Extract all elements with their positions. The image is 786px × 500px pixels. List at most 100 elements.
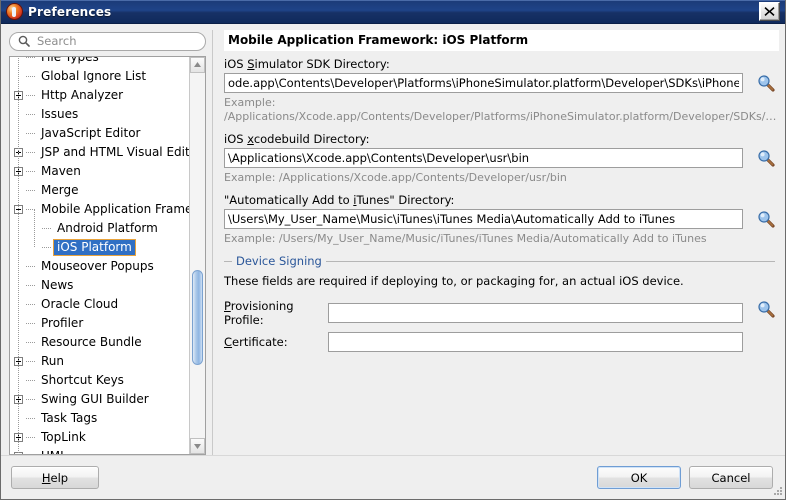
group-separator-left: [224, 260, 232, 262]
close-button[interactable]: [759, 2, 780, 21]
tree-item-news[interactable]: News: [10, 276, 189, 295]
tree-item-android-platform[interactable]: Android Platform: [10, 219, 189, 238]
preferences-dialog: Preferences File Types Global Ignore List…: [0, 0, 786, 500]
main-panel: Mobile Application Framework: iOS Platfo…: [216, 30, 781, 455]
tree-item-toplink[interactable]: TopLink: [10, 428, 189, 447]
tree-item-label: Resource Bundle: [41, 334, 142, 349]
search-box[interactable]: [9, 32, 206, 51]
tree-connector-icon: [26, 295, 38, 314]
sdk-directory-example-line1: Example:: [224, 96, 276, 109]
tree-connector-icon: [26, 371, 38, 390]
itunes-directory-example: Example: /Users/My_User_Name/Music/iTune…: [224, 232, 707, 245]
app-icon: [7, 4, 22, 19]
tree-item-global-ignore-list[interactable]: Global Ignore List: [10, 67, 189, 86]
tree-item-ios-platform[interactable]: iOS Platform: [10, 238, 189, 257]
resize-grip-icon[interactable]: [771, 486, 783, 498]
xcodebuild-directory-label: iOS xcodebuild Directory:: [224, 132, 370, 146]
tree-connector-icon: [26, 352, 38, 371]
itunes-directory-browse-button[interactable]: [755, 209, 777, 229]
tree-item-resource-bundle[interactable]: Resource Bundle: [10, 333, 189, 352]
tree-connector-icon: [26, 390, 38, 409]
provisioning-profile-input[interactable]: [328, 303, 743, 323]
tree-item-maven[interactable]: Maven: [10, 162, 189, 181]
tree-item-merge[interactable]: Merge: [10, 181, 189, 200]
search-input[interactable]: [35, 33, 197, 50]
tree-connector-icon: [26, 124, 38, 143]
tree-item-file-types[interactable]: File Types: [10, 56, 189, 67]
itunes-directory-input[interactable]: [224, 209, 743, 229]
preferences-tree-container: File Types Global Ignore List Http Analyze…: [9, 55, 206, 455]
tree-connector-icon: [26, 333, 38, 352]
tree-scrollbar[interactable]: [189, 56, 205, 454]
tree-item-http-analyzer[interactable]: Http Analyzer: [10, 86, 189, 105]
tree-scrollbar-thumb[interactable]: [192, 269, 203, 365]
tree-item-label: Run: [41, 353, 65, 368]
magnifier-browse-icon: [757, 74, 775, 92]
tree-item-label: Maven: [41, 163, 81, 178]
device-signing-note: These fields are required if deploying t…: [224, 274, 684, 288]
dialog-footer: Help OK Cancel: [1, 455, 785, 499]
tree-connector-icon: [26, 67, 38, 86]
tree-item-mouseover-popups[interactable]: Mouseover Popups: [10, 257, 189, 276]
provisioning-profile-label: Provisioning Profile:: [224, 299, 294, 327]
xcodebuild-directory-input[interactable]: [224, 148, 743, 168]
scroll-up-button[interactable]: [190, 56, 205, 73]
tree-connector-icon: [26, 143, 38, 162]
tree-item-label: UML: [38, 449, 70, 454]
tree-item-label: Profiler: [41, 315, 84, 330]
tree-item-mobile-application-framework[interactable]: Mobile Application Framework: [10, 200, 189, 219]
provisioning-profile-browse-button[interactable]: [755, 299, 777, 319]
device-signing-header: Device Signing: [224, 254, 779, 268]
tree-item-label: File Types: [41, 56, 99, 64]
tree-connector-icon: [42, 238, 54, 257]
tree-connector-icon: [42, 219, 54, 238]
tree-item-javascript-editor[interactable]: JavaScript Editor: [10, 124, 189, 143]
xcodebuild-directory-row: [224, 148, 779, 168]
scroll-down-button[interactable]: [190, 438, 205, 454]
tree-item-label: Android Platform: [57, 220, 158, 235]
search-icon: [18, 35, 30, 48]
provisioning-profile-row: Provisioning Profile:: [224, 299, 779, 327]
tree-item-profiler[interactable]: Profiler: [10, 314, 189, 333]
sdk-directory-browse-button[interactable]: [755, 73, 777, 93]
scroll-down-arrow-icon: [194, 443, 201, 449]
certificate-row: Certificate:: [224, 332, 779, 352]
tree-item-label: TopLink: [41, 429, 86, 444]
tree-item-shortcut-keys[interactable]: Shortcut Keys: [10, 371, 189, 390]
title-bar: Preferences: [1, 0, 785, 24]
ok-button[interactable]: OK: [597, 466, 681, 489]
tree-connector-icon: [26, 447, 38, 454]
tree-connector-icon: [26, 56, 38, 67]
tree-connector-icon: [26, 428, 38, 447]
tree-item-jsp-and-html-visual-editor[interactable]: JSP and HTML Visual Editor: [10, 143, 189, 162]
tree-item-label: JSP and HTML Visual Editor: [41, 144, 189, 159]
sdk-directory-input[interactable]: [224, 73, 743, 93]
group-separator-right: [325, 260, 775, 262]
tree-item-label: Mobile Application Framework: [41, 201, 189, 216]
tree-item-task-tags[interactable]: Task Tags: [10, 409, 189, 428]
close-icon: [764, 7, 775, 16]
tree-item-label: Global Ignore List: [41, 68, 147, 83]
tree-item-swing-gui-builder[interactable]: Swing GUI Builder: [10, 390, 189, 409]
preferences-tree[interactable]: File Types Global Ignore List Http Analyze…: [10, 56, 189, 454]
tree-item-issues[interactable]: Issues: [10, 105, 189, 124]
scroll-up-arrow-icon: [194, 62, 201, 68]
help-button[interactable]: Help: [11, 466, 99, 489]
device-signing-title: Device Signing: [236, 254, 322, 268]
tree-item-label: iOS Platform: [53, 238, 136, 256]
xcodebuild-directory-browse-button[interactable]: [755, 148, 777, 168]
tree-item-run[interactable]: Run: [10, 352, 189, 371]
tree-connector-icon: [26, 200, 38, 219]
tree-scrollbar-track[interactable]: [190, 72, 205, 438]
tree-item-uml[interactable]: UML: [10, 447, 189, 454]
magnifier-browse-icon: [757, 210, 775, 228]
certificate-input[interactable]: [328, 332, 743, 352]
tree-item-label: Task Tags: [41, 410, 98, 425]
tree-item-oracle-cloud[interactable]: Oracle Cloud: [10, 295, 189, 314]
tree-item-label: Swing GUI Builder: [41, 391, 149, 406]
magnifier-browse-icon: [757, 149, 775, 167]
cancel-button[interactable]: Cancel: [689, 466, 773, 489]
device-signing-group: Device Signing These fields are required…: [224, 254, 779, 352]
sdk-directory-label: iOS Simulator SDK Directory:: [224, 57, 390, 71]
magnifier-browse-icon: [757, 300, 775, 318]
